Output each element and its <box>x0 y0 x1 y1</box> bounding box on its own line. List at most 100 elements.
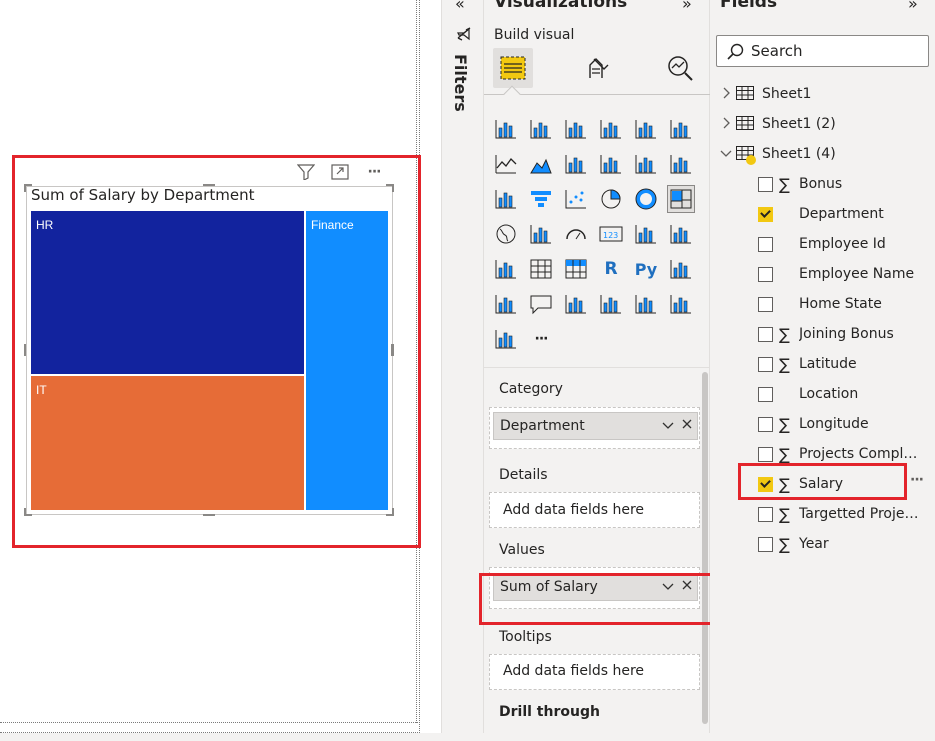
resize-handle[interactable] <box>24 184 26 192</box>
more-options-icon[interactable]: ··· <box>910 472 924 488</box>
resize-handle[interactable] <box>203 184 215 186</box>
category-field-chip[interactable]: Department <box>493 412 698 440</box>
key-influencers-icon[interactable] <box>668 256 694 282</box>
field-item-location[interactable]: Location <box>758 382 858 406</box>
gauge-icon[interactable] <box>563 221 589 247</box>
paginated-report-icon[interactable] <box>563 291 589 317</box>
field-item-home-state[interactable]: Home State <box>758 292 882 316</box>
resize-handle[interactable] <box>391 344 394 356</box>
resize-handle[interactable] <box>392 508 394 516</box>
resize-handle[interactable] <box>392 184 394 192</box>
treemap-icon[interactable] <box>667 185 695 213</box>
collapse-fields-icon[interactable]: » <box>908 0 918 13</box>
table-sheet1-2[interactable]: Sheet1 (2) <box>720 112 836 136</box>
filter-icon[interactable] <box>296 163 316 181</box>
search-box[interactable] <box>716 35 929 67</box>
field-checkbox[interactable] <box>758 236 773 252</box>
map-icon[interactable] <box>493 221 519 247</box>
waterfall-chart-icon[interactable] <box>493 186 519 212</box>
chevron-right-icon[interactable] <box>720 117 736 132</box>
collapse-visualizations-icon[interactable]: » <box>682 0 692 13</box>
field-item-year[interactable]: ∑ Year <box>758 532 829 556</box>
field-checkbox[interactable] <box>758 176 773 192</box>
stacked-column-chart-icon[interactable] <box>528 116 554 142</box>
area-chart-icon[interactable] <box>528 151 554 177</box>
field-name: Employee Id <box>799 236 886 252</box>
ribbon-chart-icon[interactable] <box>668 151 694 177</box>
field-item-department[interactable]: Department <box>758 202 884 226</box>
field-checkbox[interactable] <box>758 266 773 282</box>
format-visual-tab[interactable] <box>577 48 617 88</box>
field-item-joining-bonus[interactable]: ∑ Joining Bonus <box>758 322 894 346</box>
resize-handle[interactable] <box>203 514 215 516</box>
stacked-area-chart-icon[interactable] <box>563 151 589 177</box>
matrix-icon[interactable] <box>563 256 589 282</box>
decomposition-tree-icon[interactable] <box>493 291 519 317</box>
clustered-bar-chart-icon[interactable] <box>563 116 589 142</box>
field-item-targetted-projects[interactable]: ∑ Targetted Projects <box>758 502 923 526</box>
chevron-down-icon[interactable] <box>720 147 736 162</box>
field-item-longitude[interactable]: ∑ Longitude <box>758 412 869 436</box>
sigma-icon: ∑ <box>779 504 790 524</box>
funnel-chart-icon[interactable] <box>528 186 554 212</box>
treemap-tile-hr[interactable]: HR <box>31 211 304 374</box>
filled-map-icon[interactable] <box>528 221 554 247</box>
100-bar-chart-icon[interactable] <box>633 116 659 142</box>
scatter-chart-icon[interactable] <box>563 186 589 212</box>
expand-filters-icon[interactable]: « <box>455 0 465 13</box>
card-icon[interactable]: 123 <box>598 221 624 247</box>
field-checkbox[interactable] <box>758 326 773 342</box>
field-checkbox[interactable] <box>758 296 773 312</box>
more-options-icon[interactable]: ··· <box>364 163 384 181</box>
search-input[interactable] <box>751 41 921 61</box>
line-chart-icon[interactable] <box>493 151 519 177</box>
chevron-down-icon[interactable] <box>661 418 675 436</box>
viz-scrollbar[interactable] <box>702 372 708 724</box>
smart-narrative-icon[interactable] <box>633 291 659 317</box>
build-visual-tab[interactable] <box>493 48 533 88</box>
filters-label[interactable]: Filters <box>451 54 470 112</box>
power-apps-icon[interactable] <box>668 291 694 317</box>
chevron-right-icon[interactable] <box>720 87 736 102</box>
azure-map-icon[interactable] <box>598 291 624 317</box>
table-sheet1-4[interactable]: Sheet1 (4) <box>720 142 836 166</box>
treemap-tile-finance[interactable]: Finance <box>306 211 388 510</box>
field-item-bonus[interactable]: ∑ Bonus <box>758 172 842 196</box>
close-icon[interactable] <box>681 418 693 436</box>
donut-chart-icon[interactable] <box>633 186 659 212</box>
resize-handle[interactable] <box>24 344 26 356</box>
analytics-tab[interactable] <box>660 48 700 88</box>
field-checkbox[interactable] <box>758 536 773 552</box>
sigma-icon: ∑ <box>779 444 790 464</box>
line-column-chart-icon[interactable] <box>598 151 624 177</box>
table-sheet1[interactable]: Sheet1 <box>720 82 811 106</box>
python-visual-icon[interactable]: Py <box>633 256 659 282</box>
multi-row-card-icon[interactable] <box>633 221 659 247</box>
power-automate-icon[interactable] <box>493 326 519 352</box>
field-checkbox[interactable] <box>758 416 773 432</box>
line-clustered-column-icon[interactable] <box>633 151 659 177</box>
field-checkbox[interactable] <box>758 446 773 462</box>
focus-mode-icon[interactable] <box>330 163 350 181</box>
field-checkbox[interactable] <box>758 206 773 222</box>
pie-chart-icon[interactable] <box>598 186 624 212</box>
field-checkbox[interactable] <box>758 506 773 522</box>
slicer-icon[interactable] <box>493 256 519 282</box>
more-visuals-icon[interactable]: ··· <box>528 326 554 352</box>
treemap-tile-it[interactable]: IT <box>31 376 304 510</box>
category-field-name: Department <box>500 418 585 434</box>
field-item-latitude[interactable]: ∑ Latitude <box>758 352 857 376</box>
r-visual-icon[interactable]: R <box>598 256 624 282</box>
field-checkbox[interactable] <box>758 386 773 402</box>
field-item-employee-id[interactable]: Employee Id <box>758 232 886 256</box>
table-icon[interactable] <box>528 256 554 282</box>
field-checkbox[interactable] <box>758 356 773 372</box>
field-item-employee-name[interactable]: Employee Name <box>758 262 914 286</box>
filter-funnel-icon <box>456 26 472 46</box>
qa-icon[interactable] <box>528 291 554 317</box>
100-column-chart-icon[interactable] <box>668 116 694 142</box>
kpi-icon[interactable] <box>668 221 694 247</box>
clustered-column-chart-icon[interactable] <box>598 116 624 142</box>
resize-handle[interactable] <box>24 508 26 516</box>
stacked-bar-chart-icon[interactable] <box>493 116 519 142</box>
